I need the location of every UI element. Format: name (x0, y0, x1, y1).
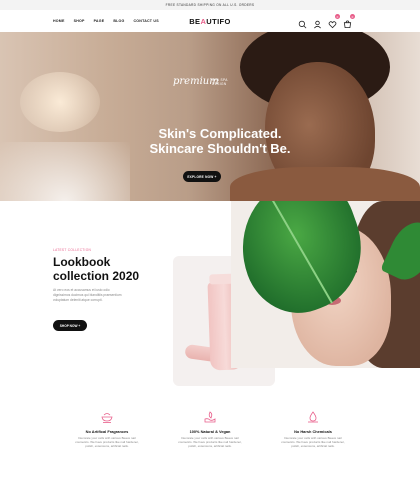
lookbook-section: LATEST COLLECTION Lookbook collection 20… (0, 201, 420, 401)
nav-contact[interactable]: CONTACT US (134, 19, 159, 23)
main-nav: HOME SHOP PAGE BLOG CONTACT US (53, 19, 159, 23)
hero-script-small: SPA SPA DESIGN (212, 78, 228, 86)
hero-model-shoulder-image (230, 167, 420, 201)
feature-title: No Artifical Fragrances (85, 429, 129, 434)
feature-title: 100% Natural & Vegan (189, 429, 231, 434)
drop-icon (308, 411, 318, 423)
hero-banner: premium SPA SPA DESIGN Skin's Complicate… (0, 32, 420, 201)
lookbook-description: At vero eos et accusamus et iusto odio d… (53, 288, 122, 302)
hero-headline: Skin's Complicated. Skincare Shouldn't B… (120, 126, 320, 156)
nav-page[interactable]: PAGE (94, 19, 105, 23)
site-logo[interactable]: BEAUTIFO (189, 17, 231, 26)
announcement-bar: FREE STANDARD SHIPPING ON ALL U.S. ORDER… (0, 0, 420, 10)
hand-leaf-icon (204, 411, 216, 423)
feature-item: 100% Natural & Vegan Decorate your cells… (174, 410, 246, 480)
logo-start: BE (189, 16, 201, 26)
model-with-leaf-image (231, 201, 420, 368)
nav-blog[interactable]: BLOG (113, 19, 124, 23)
feature-description: Decorate your cells with various Beaux n… (75, 436, 139, 449)
features-row: No Artifical Fragrances Decorate your ce… (0, 401, 420, 480)
lookbook-eyebrow: LATEST COLLECTION (53, 248, 92, 252)
cart-icon[interactable]: 0 (343, 14, 355, 29)
feature-item: No Harsh Chemicals Decorate your cells w… (277, 410, 349, 480)
nav-shop[interactable]: SHOP (74, 19, 85, 23)
lookbook-title: Lookbook collection 2020 (53, 255, 153, 283)
feature-item: No Artifical Fragrances Decorate your ce… (71, 410, 143, 480)
hero-headline-line1: Skin's Complicated. (158, 126, 282, 141)
cart-count-badge: 0 (350, 14, 355, 19)
lookbook-title-line1: Lookbook (53, 255, 111, 269)
logo-end: UTIFO (206, 16, 231, 26)
shop-now-button[interactable]: SHOP NOW + (53, 320, 87, 331)
user-icon[interactable] (313, 16, 322, 29)
header-actions: 0 0 (298, 14, 355, 29)
feature-description: Decorate your cells with various Beaux n… (281, 436, 345, 449)
announcement-text: FREE STANDARD SHIPPING ON ALL U.S. ORDER… (165, 3, 255, 7)
search-icon[interactable] (298, 16, 307, 29)
feature-title: No Harsh Chemicals (294, 429, 332, 434)
site-header: HOME SHOP PAGE BLOG CONTACT US BEAUTIFO … (0, 10, 420, 32)
bowl-icon (101, 413, 113, 423)
nav-home[interactable]: HOME (53, 19, 65, 23)
explore-now-button[interactable]: EXPLORE NOW + (183, 171, 221, 182)
candle-glow-image (20, 72, 100, 132)
heart-icon[interactable]: 0 (328, 14, 340, 29)
towel-image (0, 142, 130, 201)
hero-headline-line2: Skincare Shouldn't Be. (149, 141, 291, 156)
feature-description: Decorate your cells with various Beaux n… (178, 436, 242, 449)
lookbook-title-line2: collection 2020 (53, 269, 140, 283)
wishlist-count-badge: 0 (335, 14, 340, 19)
